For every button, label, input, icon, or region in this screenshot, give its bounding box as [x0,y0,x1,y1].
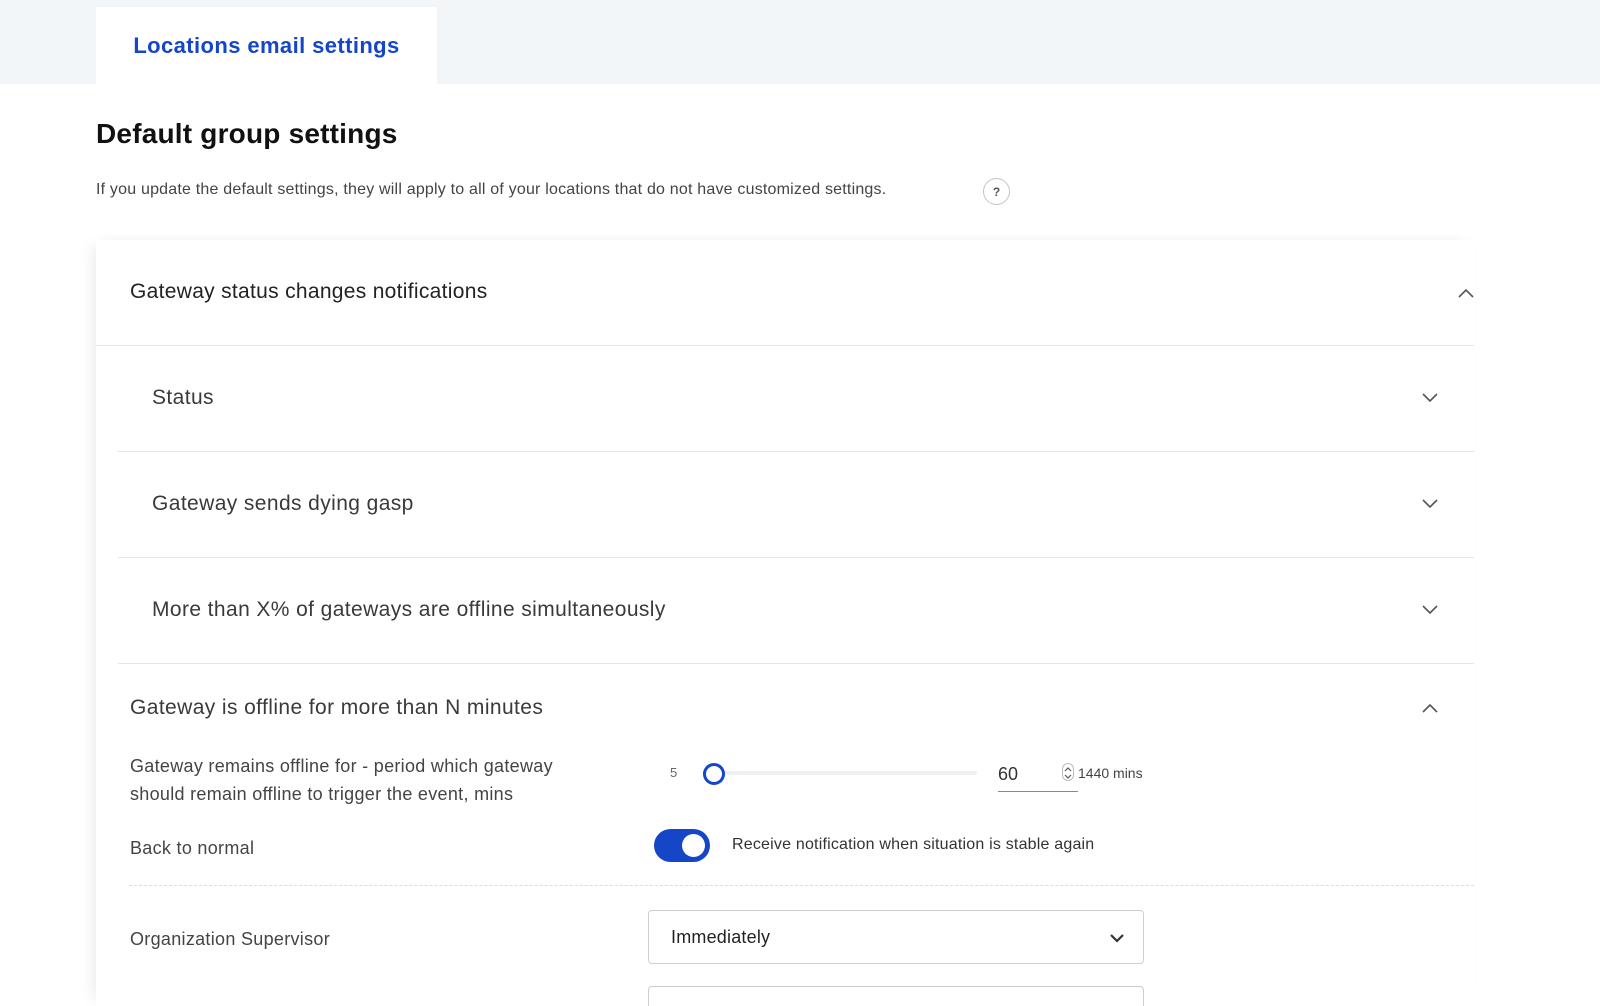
offline-period-slider[interactable] [703,771,977,775]
toggle-knob [682,834,705,857]
chevron-down-icon [1110,934,1124,943]
chevron-down-icon[interactable] [1420,391,1440,405]
back-to-normal-label: Back to normal [130,838,255,858]
subsection-header-status[interactable]: Status [152,386,214,410]
divider [118,451,1474,452]
subsection-header-dying-gasp[interactable]: Gateway sends dying gasp [152,492,414,516]
org-supervisor-label: Organization Supervisor [130,929,330,949]
divider [96,345,1474,346]
subsection-label: Gateway is offline for more than N minut… [130,696,544,719]
slider-min-label: 5 [670,765,678,780]
slider-max-label: 1440 mins [1078,765,1143,781]
top-tab-bar: Locations email settings [0,0,1600,84]
dashed-divider [129,885,1474,886]
subsection-header-percent-offline[interactable]: More than X% of gateways are offline sim… [152,598,666,622]
slider-thumb[interactable] [702,763,725,785]
chevron-up-icon[interactable] [1420,701,1440,715]
divider [118,663,1474,664]
help-icon[interactable]: ? [983,178,1010,205]
subsection-label: More than X% of gateways are offline sim… [152,598,666,621]
tab-locations-email-settings[interactable]: Locations email settings [96,7,437,84]
tab-label: Locations email settings [133,32,400,58]
number-stepper-icon[interactable] [1062,763,1074,781]
chevron-down-icon[interactable] [1420,497,1440,511]
section-header-gateway-status[interactable]: Gateway status changes notifications [130,280,488,304]
subsection-label: Gateway sends dying gasp [152,492,414,515]
intro-text: If you update the default settings, they… [96,181,887,198]
chevron-up-icon[interactable] [1456,286,1476,300]
page-title: Default group settings [96,118,398,149]
offline-period-label-line1: Gateway remains offline for - period whi… [130,756,553,776]
subsection-header-offline-n-minutes[interactable]: Gateway is offline for more than N minut… [130,696,543,720]
offline-period-label: Gateway remains offline for - period whi… [130,752,553,808]
subsection-label: Status [152,386,214,409]
select-value: Immediately [671,926,771,947]
offline-period-label-line2: should remain offline to trigger the eve… [130,784,514,804]
org-supervisor-select[interactable]: Immediately [648,910,1144,964]
settings-card [96,240,1474,1006]
next-recipient-select[interactable] [648,986,1144,1006]
chevron-down-icon[interactable] [1420,603,1440,617]
divider [118,557,1474,558]
back-to-normal-toggle[interactable] [654,829,710,862]
back-to-normal-description: Receive notification when situation is s… [732,836,1095,853]
section-title: Gateway status changes notifications [130,280,488,303]
